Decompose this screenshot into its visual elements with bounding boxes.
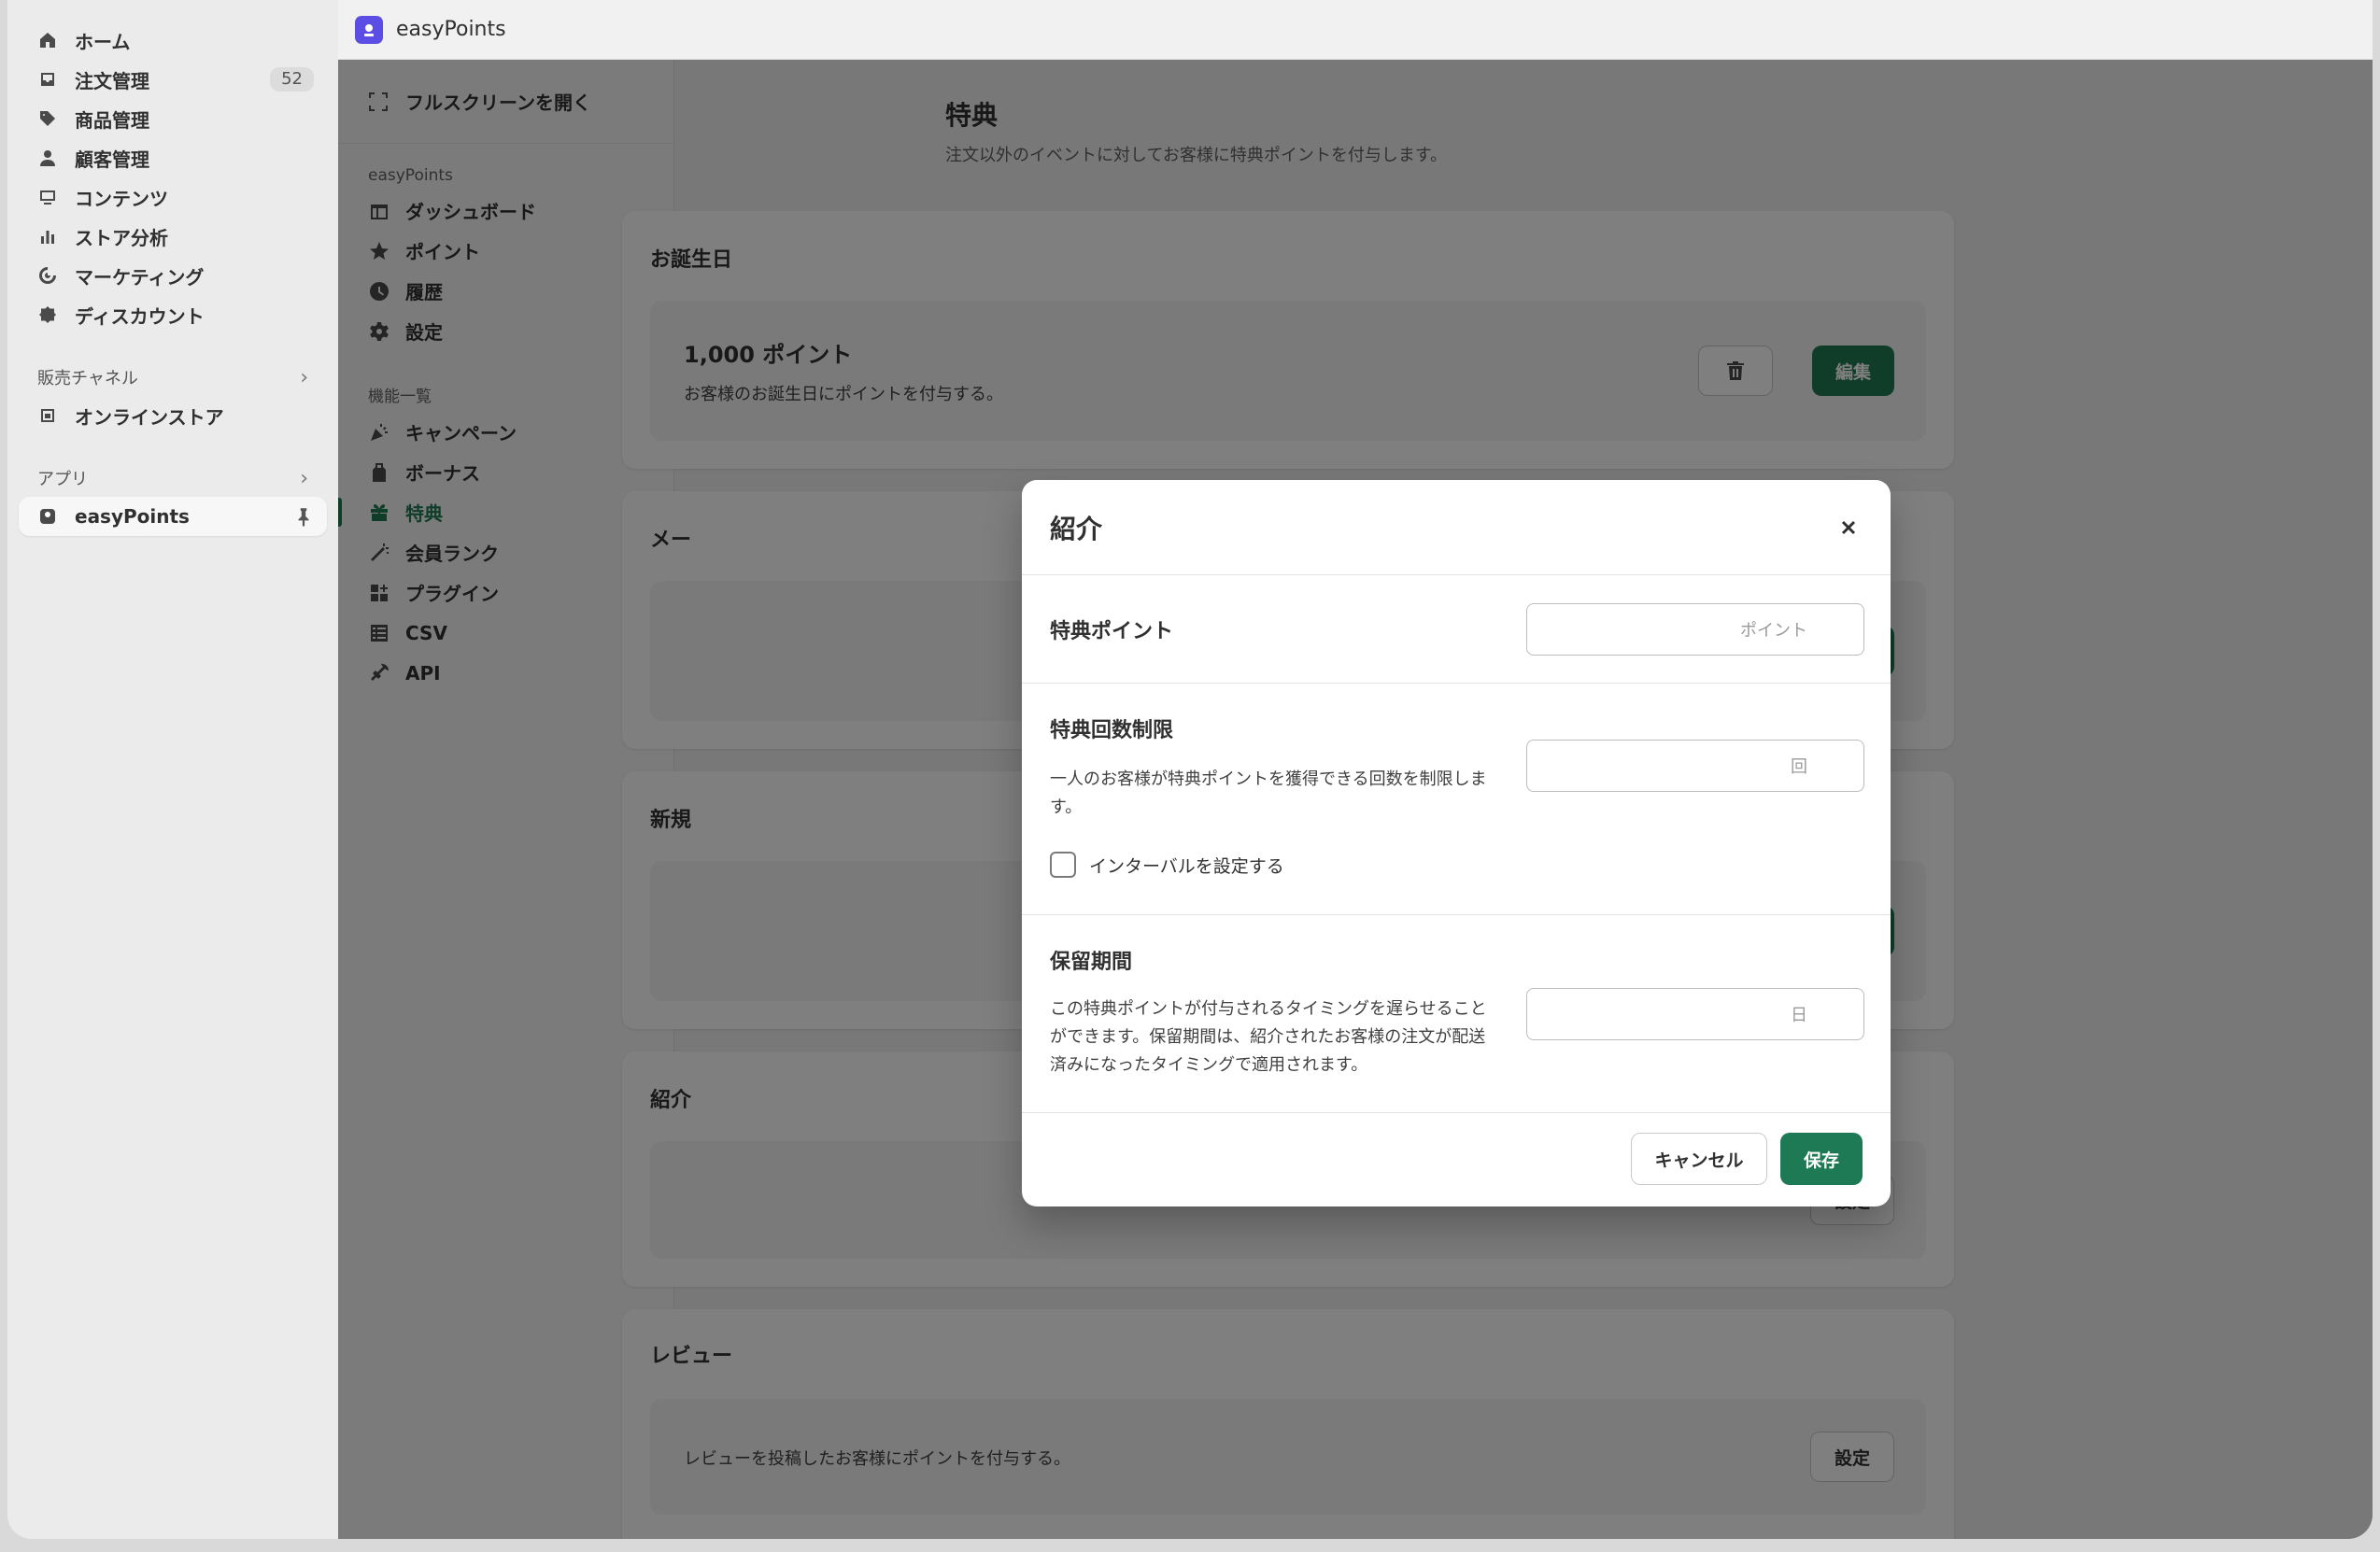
- nav-content[interactable]: コンテンツ: [19, 177, 327, 217]
- limit-suffix: 回: [1791, 757, 1807, 777]
- store-icon: [37, 405, 58, 426]
- target-icon: [37, 265, 58, 286]
- admin-sidebar: ホーム 注文管理 52 商品管理 顧客管理 コンテンツ ストア分析 マーケティン…: [7, 0, 338, 1539]
- nav-label: ホーム: [75, 30, 131, 53]
- hold-desc: この特典ポイントが付与されるタイミングを遅らせることができます。保留期間は、紹介…: [1050, 999, 1487, 1075]
- hold-input[interactable]: 日: [1526, 988, 1864, 1040]
- home-icon: [37, 30, 58, 50]
- browser-window: ホーム 注文管理 52 商品管理 顧客管理 コンテンツ ストア分析 マーケティン…: [7, 0, 2373, 1539]
- sales-channels-label: 販売チャネル: [37, 369, 138, 388]
- nav-label: 商品管理: [75, 108, 149, 132]
- limit-section: 特典回数制限 一人のお客様が特典ポイントを獲得できる回数を制限します。 回 イン…: [1022, 684, 1891, 915]
- points-suffix: ポイント: [1740, 621, 1807, 641]
- limit-label: 特典回数制限: [1050, 719, 1174, 742]
- nav-analytics[interactable]: ストア分析: [19, 217, 327, 256]
- interval-label: インターバルを設定する: [1089, 855, 1284, 877]
- nav-label: easyPoints: [75, 505, 190, 528]
- modal-title: 紹介: [1050, 513, 1103, 544]
- interval-checkbox[interactable]: [1050, 852, 1076, 878]
- nav-discounts[interactable]: ディスカウント: [19, 295, 327, 334]
- limit-input[interactable]: 回: [1526, 740, 1864, 792]
- points-section: 特典ポイント ポイント: [1022, 575, 1891, 684]
- hold-label: 保留期間: [1050, 951, 1133, 974]
- save-button[interactable]: 保存: [1780, 1133, 1863, 1185]
- easypoints-app-icon: [37, 506, 58, 527]
- limit-desc: 一人のお客様が特典ポイントを獲得できる回数を制限します。: [1050, 769, 1487, 817]
- chevron-right-icon: ›: [300, 365, 308, 389]
- interval-checkbox-row[interactable]: インターバルを設定する: [1050, 852, 1284, 878]
- pin-icon[interactable]: [293, 506, 314, 527]
- content-icon: [37, 187, 58, 207]
- nav-customers[interactable]: 顧客管理: [19, 138, 327, 177]
- nav-app-easypoints[interactable]: easyPoints: [19, 497, 327, 536]
- nav-label: ディスカウント: [75, 304, 205, 328]
- easypoints-logo-icon: [355, 15, 383, 44]
- nav-label: 注文管理: [75, 69, 149, 92]
- nav-online-store[interactable]: オンラインストア: [19, 396, 327, 435]
- chart-icon: [37, 226, 58, 247]
- close-icon: [1841, 520, 1856, 534]
- inbox-icon: [37, 69, 58, 90]
- orders-count-badge: 52: [270, 67, 314, 92]
- points-input[interactable]: ポイント: [1526, 603, 1864, 656]
- nav-orders[interactable]: 注文管理 52: [19, 60, 327, 99]
- cancel-button[interactable]: キャンセル: [1631, 1133, 1767, 1185]
- nav-label: オンラインストア: [75, 405, 224, 429]
- hold-section: 保留期間 この特典ポイントが付与されるタイミングを遅らせることができます。保留期…: [1022, 915, 1891, 1113]
- apps-label: アプリ: [37, 470, 88, 489]
- sales-channels-heading[interactable]: 販売チャネル ›: [19, 359, 327, 396]
- nav-label: マーケティング: [75, 265, 205, 289]
- modal-footer: キャンセル 保存: [1022, 1111, 1891, 1206]
- nav-home[interactable]: ホーム: [19, 21, 327, 60]
- close-button[interactable]: [1835, 514, 1863, 542]
- nav-label: 顧客管理: [75, 148, 149, 171]
- chevron-right-icon: ›: [300, 466, 308, 490]
- points-label: 特典ポイント: [1050, 620, 1174, 643]
- app-titlebar: easyPoints: [338, 0, 2373, 60]
- tag-icon: [37, 108, 58, 129]
- hold-suffix: 日: [1791, 1006, 1807, 1025]
- nav-marketing[interactable]: マーケティング: [19, 256, 327, 295]
- nav-label: コンテンツ: [75, 187, 168, 210]
- referral-modal: 紹介 特典ポイント ポイント 特典回数制限 一人のお客様が特典ポイントを獲得でき…: [1022, 480, 1891, 1206]
- nav-products[interactable]: 商品管理: [19, 99, 327, 138]
- nav-label: ストア分析: [75, 226, 168, 249]
- app-title: easyPoints: [396, 18, 506, 41]
- apps-heading[interactable]: アプリ ›: [19, 459, 327, 497]
- person-icon: [37, 148, 58, 168]
- discount-icon: [37, 304, 58, 325]
- modal-header: 紹介: [1022, 480, 1891, 575]
